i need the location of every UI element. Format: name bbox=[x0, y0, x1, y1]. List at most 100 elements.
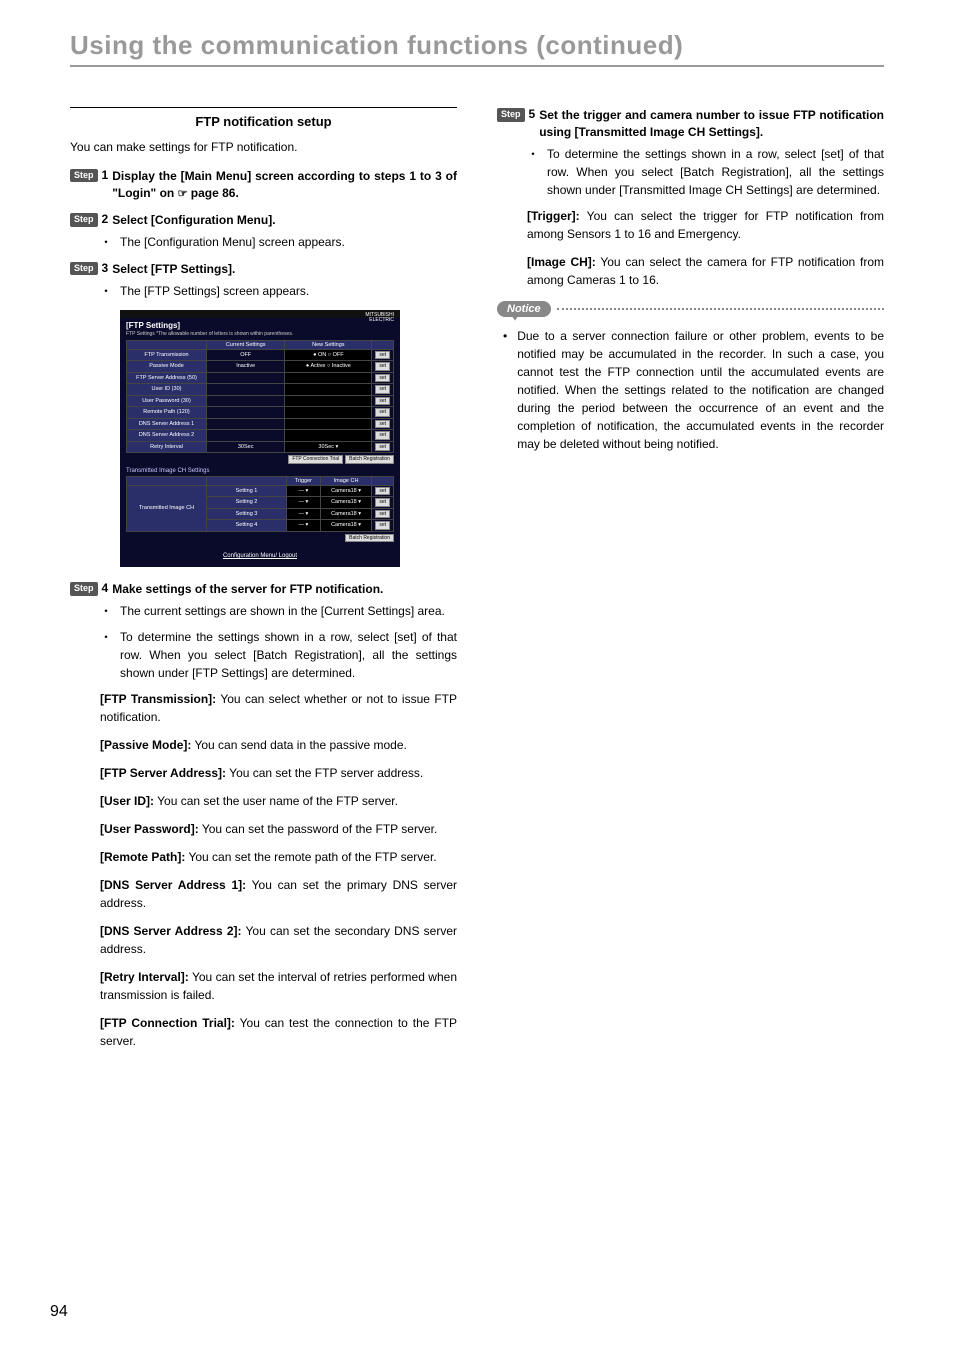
bullet-dot: ・ bbox=[527, 145, 539, 199]
subsection-title: FTP notification setup bbox=[70, 107, 457, 129]
definition-term: [FTP Transmission]: bbox=[100, 692, 216, 706]
set-button[interactable]: set bbox=[375, 397, 390, 406]
definition-desc: You can set the user name of the FTP ser… bbox=[154, 794, 398, 808]
shot-row-label: Retry Interval bbox=[127, 441, 207, 453]
set-button[interactable]: set bbox=[375, 351, 390, 360]
shot-row-new[interactable] bbox=[285, 407, 372, 419]
shot-row-current bbox=[207, 418, 285, 430]
definition-item: [FTP Transmission]: You can select wheth… bbox=[100, 690, 457, 726]
notice-block: Notice • Due to a server connection fail… bbox=[497, 301, 884, 453]
shot-row-new[interactable]: ● Active ○ Inactive bbox=[285, 361, 372, 373]
shot-sub-left: Transmitted Image CH bbox=[127, 485, 207, 531]
step1-text-a: Display the [Main Menu] screen according… bbox=[112, 169, 457, 200]
bullet-text: The [FTP Settings] screen appears. bbox=[120, 282, 457, 300]
set-button[interactable]: set bbox=[375, 385, 390, 394]
page-number: 94 bbox=[50, 1303, 68, 1321]
conn-trial-button[interactable]: FTP Connection Trial bbox=[288, 455, 343, 464]
step-title: Display the [Main Menu] screen according… bbox=[112, 168, 457, 202]
definition-term: [Retry Interval]: bbox=[100, 970, 189, 984]
step2-bullet: ・ The [Configuration Menu] screen appear… bbox=[100, 233, 457, 251]
shot-row-current bbox=[207, 372, 285, 384]
right-column: Step 5 Set the trigger and camera number… bbox=[497, 107, 884, 1060]
shot-row-current: Inactive bbox=[207, 361, 285, 373]
set-button[interactable]: set bbox=[375, 431, 390, 440]
step-4: Step 4 Make settings of the server for F… bbox=[70, 581, 457, 1050]
col-image: Image CH bbox=[320, 476, 372, 485]
step-number: 1 bbox=[102, 168, 109, 182]
shot-row-new[interactable] bbox=[285, 384, 372, 396]
image-ch-dropdown[interactable]: Camera18 ▾ bbox=[320, 485, 372, 497]
bullet-dot: ・ bbox=[100, 628, 112, 682]
shot-row-new[interactable]: ● ON ○ OFF bbox=[285, 349, 372, 361]
step-title: Set the trigger and camera number to iss… bbox=[539, 107, 884, 141]
set-button[interactable]: set bbox=[375, 420, 390, 429]
step-title: Select [Configuration Menu]. bbox=[112, 212, 275, 229]
definition-item: [DNS Server Address 1]: You can set the … bbox=[100, 876, 457, 912]
definition-item: [Retry Interval]: You can set the interv… bbox=[100, 968, 457, 1004]
set-button[interactable]: set bbox=[375, 498, 390, 507]
set-button[interactable]: set bbox=[375, 487, 390, 496]
shot-title: [FTP Settings] bbox=[126, 321, 394, 330]
step-badge: Step bbox=[70, 582, 98, 596]
trigger-dropdown[interactable]: — ▾ bbox=[287, 497, 321, 509]
notice-badge: Notice bbox=[497, 301, 551, 317]
definition-term: [FTP Server Address]: bbox=[100, 766, 226, 780]
batch-reg-button[interactable]: Batch Registration bbox=[345, 455, 394, 464]
trigger-dropdown[interactable]: — ▾ bbox=[287, 508, 321, 520]
batch-reg-button-2[interactable]: Batch Registration bbox=[345, 534, 394, 543]
set-button[interactable]: set bbox=[375, 362, 390, 371]
col-new: New Settings bbox=[285, 340, 372, 349]
step-title: Select [FTP Settings]. bbox=[112, 261, 235, 278]
shot-row-new[interactable]: 30Sec ▾ bbox=[285, 441, 372, 453]
notice-tail bbox=[511, 315, 519, 321]
trigger-dropdown[interactable]: — ▾ bbox=[287, 520, 321, 532]
step4-bullet-1: ・ The current settings are shown in the … bbox=[100, 602, 457, 620]
shot-sub-row-label: Setting 4 bbox=[207, 520, 287, 532]
definition-desc: You can set the password of the FTP serv… bbox=[199, 822, 438, 836]
trigger-dropdown[interactable]: — ▾ bbox=[287, 485, 321, 497]
shot-row-current: 30Sec bbox=[207, 441, 285, 453]
image-ch-dropdown[interactable]: Camera18 ▾ bbox=[320, 497, 372, 509]
shot-logout-link[interactable]: Configuration Menu/ Logout bbox=[223, 553, 297, 559]
shot-row-new[interactable] bbox=[285, 395, 372, 407]
image-ch-dropdown[interactable]: Camera18 ▾ bbox=[320, 508, 372, 520]
set-button[interactable]: set bbox=[375, 374, 390, 383]
shot-row-label: DNS Server Address 1 bbox=[127, 418, 207, 430]
definition-desc: You can select the trigger for FTP notif… bbox=[527, 209, 884, 241]
content-columns: FTP notification setup You can make sett… bbox=[70, 107, 884, 1060]
set-button[interactable]: set bbox=[375, 443, 390, 452]
definition-term: [DNS Server Address 1]: bbox=[100, 878, 246, 892]
definition-item: [FTP Connection Trial]: You can test the… bbox=[100, 1014, 457, 1050]
shot-sub-row-label: Setting 3 bbox=[207, 508, 287, 520]
shot-sub-row-label: Setting 2 bbox=[207, 497, 287, 509]
shot-row-new[interactable] bbox=[285, 430, 372, 442]
definition-term: [FTP Connection Trial]: bbox=[100, 1016, 235, 1030]
definition-term: [DNS Server Address 2]: bbox=[100, 924, 242, 938]
image-ch-dropdown[interactable]: Camera18 ▾ bbox=[320, 520, 372, 532]
definition-term: [Trigger]: bbox=[527, 209, 580, 223]
set-button[interactable]: set bbox=[375, 510, 390, 519]
set-button[interactable]: set bbox=[375, 521, 390, 530]
shot-row-current bbox=[207, 384, 285, 396]
intro-text: You can make settings for FTP notificati… bbox=[70, 139, 457, 156]
shot-brand: MITSUBISHI ELECTRIC bbox=[365, 313, 394, 323]
bullet-text: The [Configuration Menu] screen appears. bbox=[120, 233, 457, 251]
shot-row-label: User Password (30) bbox=[127, 395, 207, 407]
definition-item: [Remote Path]: You can set the remote pa… bbox=[100, 848, 457, 866]
shot-row-current bbox=[207, 395, 285, 407]
step-5: Step 5 Set the trigger and camera number… bbox=[497, 107, 884, 289]
step-number: 2 bbox=[102, 212, 109, 226]
shot-row-label: Passive Mode bbox=[127, 361, 207, 373]
shot-row-new[interactable] bbox=[285, 418, 372, 430]
set-button[interactable]: set bbox=[375, 408, 390, 417]
definition-term: [User Password]: bbox=[100, 822, 199, 836]
definition-term: [Image CH]: bbox=[527, 255, 596, 269]
shot-row-new[interactable] bbox=[285, 372, 372, 384]
shot-row-label: FTP Server Address (50) bbox=[127, 372, 207, 384]
definition-term: [Remote Path]: bbox=[100, 850, 185, 864]
notice-body: • Due to a server connection failure or … bbox=[503, 327, 884, 453]
shot-row-label: Remote Path (120) bbox=[127, 407, 207, 419]
step-badge: Step bbox=[70, 213, 98, 227]
definition-desc: You can send data in the passive mode. bbox=[191, 738, 407, 752]
step-badge: Step bbox=[70, 262, 98, 276]
